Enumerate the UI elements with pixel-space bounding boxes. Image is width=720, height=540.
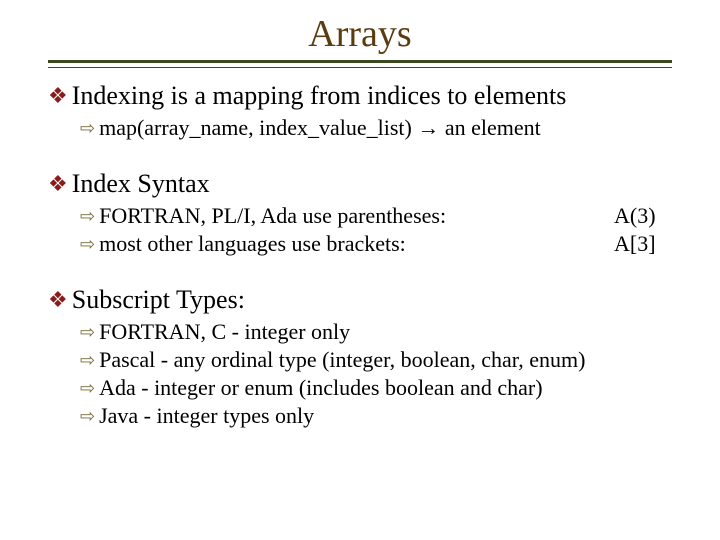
bullet-text: FORTRAN, C - integer only: [99, 318, 672, 346]
sub-list: ⇨ FORTRAN, C - integer only ⇨ Pascal - a…: [80, 318, 672, 430]
arrow-icon: ⇨: [80, 374, 95, 402]
bullet-text: map(array_name, index_value_list) → an e…: [99, 114, 672, 142]
bullet-level2: ⇨ Pascal - any ordinal type (integer, bo…: [80, 346, 672, 374]
bullet-level2: ⇨ map(array_name, index_value_list) → an…: [80, 114, 672, 142]
bullet-text: Java - integer types only: [99, 402, 672, 430]
bullet-level2: ⇨ Ada - integer or enum (includes boolea…: [80, 374, 672, 402]
bullet-text: Indexing is a mapping from indices to el…: [72, 80, 567, 112]
sub-list: ⇨ map(array_name, index_value_list) → an…: [80, 114, 672, 142]
example-text: A(3): [614, 202, 672, 230]
bullet-level1: ❖ Indexing is a mapping from indices to …: [48, 80, 672, 112]
list-item: ⇨ FORTRAN, PL/I, Ada use parentheses: A(…: [80, 202, 672, 230]
list-item: ⇨ most other languages use brackets: A[3…: [80, 230, 672, 258]
diamond-icon: ❖: [48, 168, 68, 200]
bullet-text: most other languages use brackets:: [99, 230, 594, 258]
diamond-icon: ❖: [48, 284, 68, 316]
bullet-level2: ⇨ Java - integer types only: [80, 402, 672, 430]
example-text: A[3]: [614, 230, 672, 258]
page-title: Arrays: [48, 12, 672, 56]
arrow-icon: ⇨: [80, 230, 95, 258]
bullet-level1: ❖ Subscript Types:: [48, 284, 672, 316]
diamond-icon: ❖: [48, 80, 68, 112]
arrow-icon: ⇨: [80, 346, 95, 374]
bullet-text: Subscript Types:: [72, 284, 245, 316]
bullet-text: Ada - integer or enum (includes boolean …: [99, 374, 672, 402]
slide: Arrays ❖ Indexing is a mapping from indi…: [0, 0, 720, 540]
title-underline: [48, 60, 672, 68]
arrow-icon: ⇨: [80, 402, 95, 430]
bullet-level2: ⇨ FORTRAN, C - integer only: [80, 318, 672, 346]
arrow-icon: ⇨: [80, 202, 95, 230]
sub-list: ⇨ FORTRAN, PL/I, Ada use parentheses: A(…: [80, 202, 672, 258]
arrow-icon: ⇨: [80, 114, 95, 142]
arrow-icon: ⇨: [80, 318, 95, 346]
bullet-text: Pascal - any ordinal type (integer, bool…: [99, 346, 672, 374]
bullet-text: Index Syntax: [72, 168, 210, 200]
bullet-level1: ❖ Index Syntax: [48, 168, 672, 200]
bullet-text: FORTRAN, PL/I, Ada use parentheses:: [99, 202, 594, 230]
